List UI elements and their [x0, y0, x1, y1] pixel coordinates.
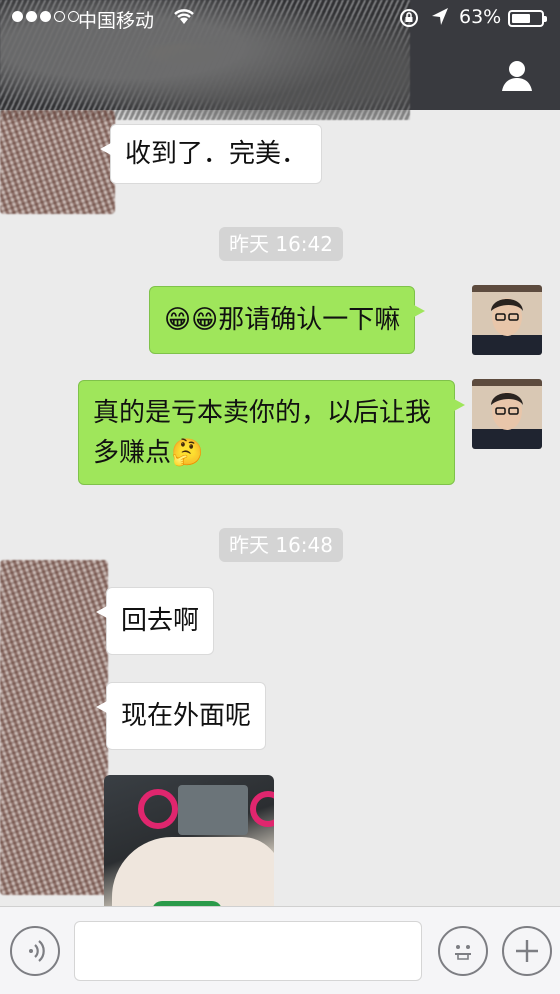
- chat-header: 中国移动 63%: [0, 0, 560, 120]
- carrier-name: 中国移动: [78, 10, 155, 32]
- avatar[interactable]: [472, 379, 542, 449]
- message-input[interactable]: [74, 921, 422, 981]
- rotation-lock-icon: [398, 7, 420, 34]
- message-bubble[interactable]: 真的是亏本卖你的，以后让我多赚点🤔: [78, 380, 465, 485]
- status-bar: 中国移动 63%: [0, 0, 560, 36]
- photo-message[interactable]: [104, 775, 274, 906]
- avatar[interactable]: [472, 285, 542, 355]
- battery-fill: [512, 14, 530, 23]
- message-bubble[interactable]: 现在外面呢: [95, 682, 267, 750]
- emoji-icon[interactable]: [438, 926, 488, 976]
- voice-icon[interactable]: [10, 926, 60, 976]
- redacted-avatar: [0, 110, 115, 214]
- message-bubble[interactable]: 回去啊: [95, 587, 215, 655]
- location-icon: [430, 6, 450, 33]
- battery-percent: 63%: [459, 6, 502, 28]
- plus-icon[interactable]: [502, 926, 552, 976]
- wifi-icon: [172, 6, 196, 31]
- timestamp: 昨天 16:48: [219, 528, 343, 562]
- signal-strength-icon: [12, 11, 79, 22]
- input-bar: [0, 906, 560, 994]
- timestamp: 昨天 16:42: [219, 227, 343, 261]
- message-bubble[interactable]: 😁😁那请确认一下嘛: [149, 286, 426, 354]
- message-bubble[interactable]: 收到了．完美．: [99, 124, 323, 184]
- battery-icon: [508, 10, 547, 27]
- message-list[interactable]: 收到了．完美． 昨天 16:42 😁😁那请确认一下嘛 真的是亏本卖你的，以后让我…: [0, 110, 560, 906]
- person-icon[interactable]: [500, 58, 534, 92]
- redacted-avatar: [0, 560, 108, 895]
